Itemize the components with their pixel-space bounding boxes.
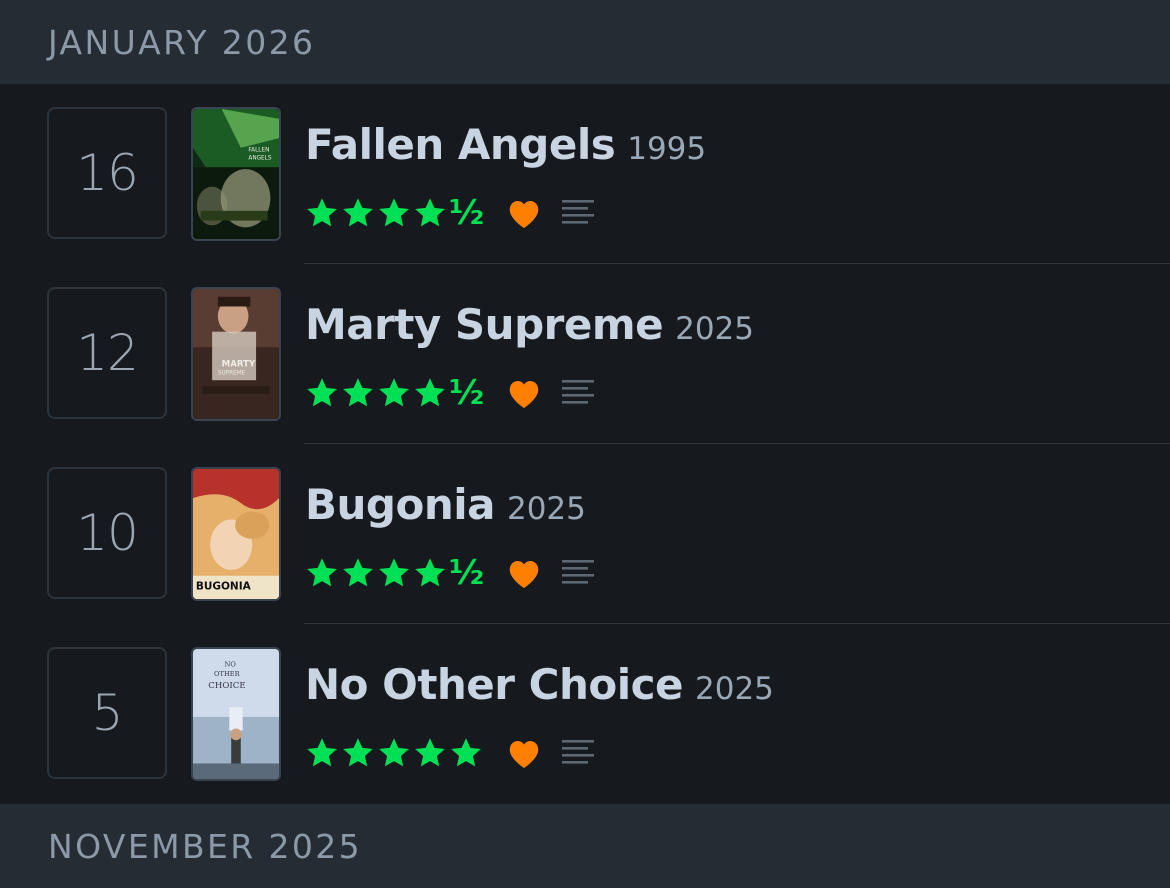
film-year[interactable]: 2025 xyxy=(695,671,774,707)
star-icon xyxy=(307,558,337,587)
film-title-line[interactable]: Fallen Angels 1995 xyxy=(305,120,706,169)
review-lines-icon[interactable] xyxy=(560,556,596,590)
star-rating: ½ xyxy=(304,192,484,234)
day-badge[interactable]: 10 xyxy=(47,467,167,599)
star-icon xyxy=(343,558,373,587)
svg-text:SUPREME: SUPREME xyxy=(218,370,246,376)
star-rating xyxy=(304,732,484,774)
star-icon xyxy=(415,558,445,587)
star-icon xyxy=(307,378,337,407)
day-badge[interactable]: 5 xyxy=(47,647,167,779)
star-rating: ½ xyxy=(304,552,484,594)
film-title-line[interactable]: Marty Supreme 2025 xyxy=(305,300,754,349)
month-label: NOVEMBER 2025 xyxy=(48,826,363,866)
entry-meta: ½ xyxy=(304,192,596,234)
diary-page: JANUARY 2026 16 FALLEN ANGELS Fallen Ang… xyxy=(0,0,1170,888)
film-title-line[interactable]: Bugonia 2025 xyxy=(305,480,586,529)
review-lines-icon[interactable] xyxy=(560,376,596,410)
half-star: ½ xyxy=(449,373,485,413)
month-header-january-2026: JANUARY 2026 xyxy=(0,0,1170,84)
film-year[interactable]: 2025 xyxy=(507,491,586,527)
star-icon xyxy=(379,198,409,227)
svg-text:NO: NO xyxy=(225,660,237,668)
poster-image: FALLEN ANGELS xyxy=(193,109,279,239)
poster-bugonia[interactable]: BUGONIA xyxy=(191,467,281,601)
month-label: JANUARY 2026 xyxy=(48,22,316,62)
star-icon xyxy=(343,198,373,227)
poster-fallen-angels[interactable]: FALLEN ANGELS xyxy=(191,107,281,241)
poster-image: BUGONIA xyxy=(193,469,279,599)
star-icon xyxy=(415,378,445,407)
star-icon xyxy=(343,378,373,407)
heart-icon xyxy=(509,561,539,588)
diary-entry[interactable]: 10 BUGONIA Bugonia 2025 ½ xyxy=(0,444,1170,624)
svg-text:CHOICE: CHOICE xyxy=(208,681,245,691)
entry-meta xyxy=(304,732,596,774)
svg-text:MARTY: MARTY xyxy=(222,360,256,370)
film-title[interactable]: Marty Supreme xyxy=(305,300,664,349)
star-icon xyxy=(415,738,445,767)
film-title-line[interactable]: No Other Choice 2025 xyxy=(305,660,774,709)
star-icon xyxy=(307,198,337,227)
heart-icon xyxy=(509,741,539,768)
half-star: ½ xyxy=(449,553,485,593)
film-year[interactable]: 2025 xyxy=(675,311,754,347)
diary-entry[interactable]: 5 NO OTHER CHOICE No Other Choice 2025 xyxy=(0,624,1170,804)
day-badge[interactable]: 12 xyxy=(47,287,167,419)
poster-image: NO OTHER CHOICE xyxy=(193,649,279,779)
review-lines-icon[interactable] xyxy=(560,736,596,770)
star-icon xyxy=(343,738,373,767)
diary-entry[interactable]: 16 FALLEN ANGELS Fallen Angels 1995 ½ xyxy=(0,84,1170,264)
review-lines-icon[interactable] xyxy=(560,196,596,230)
star-icon xyxy=(379,558,409,587)
star-icon xyxy=(379,378,409,407)
poster-image: MARTY SUPREME xyxy=(193,289,279,419)
entry-meta: ½ xyxy=(304,552,596,594)
star-icon xyxy=(451,738,481,767)
month-header-november-2025: NOVEMBER 2025 xyxy=(0,804,1170,888)
entry-meta: ½ xyxy=(304,372,596,414)
film-title[interactable]: No Other Choice xyxy=(305,660,684,709)
day-badge[interactable]: 16 xyxy=(47,107,167,239)
star-icon xyxy=(307,738,337,767)
star-icon xyxy=(379,738,409,767)
diary-entries-list: 16 FALLEN ANGELS Fallen Angels 1995 ½ 12… xyxy=(0,84,1170,804)
film-title[interactable]: Fallen Angels xyxy=(305,120,616,169)
film-year[interactable]: 1995 xyxy=(627,131,706,167)
svg-text:BUGONIA: BUGONIA xyxy=(196,580,252,592)
star-icon xyxy=(415,198,445,227)
heart-icon xyxy=(509,381,539,408)
svg-text:OTHER: OTHER xyxy=(214,670,241,678)
poster-no-other-choice[interactable]: NO OTHER CHOICE xyxy=(191,647,281,781)
poster-marty-supreme[interactable]: MARTY SUPREME xyxy=(191,287,281,421)
film-title[interactable]: Bugonia xyxy=(305,480,495,529)
svg-text:FALLEN: FALLEN xyxy=(248,148,269,154)
svg-text:ANGELS: ANGELS xyxy=(248,155,271,161)
half-star: ½ xyxy=(449,193,485,233)
heart-icon xyxy=(509,201,539,228)
star-rating: ½ xyxy=(304,372,484,414)
diary-entry[interactable]: 12 MARTY SUPREME Marty Supreme 2025 ½ xyxy=(0,264,1170,444)
